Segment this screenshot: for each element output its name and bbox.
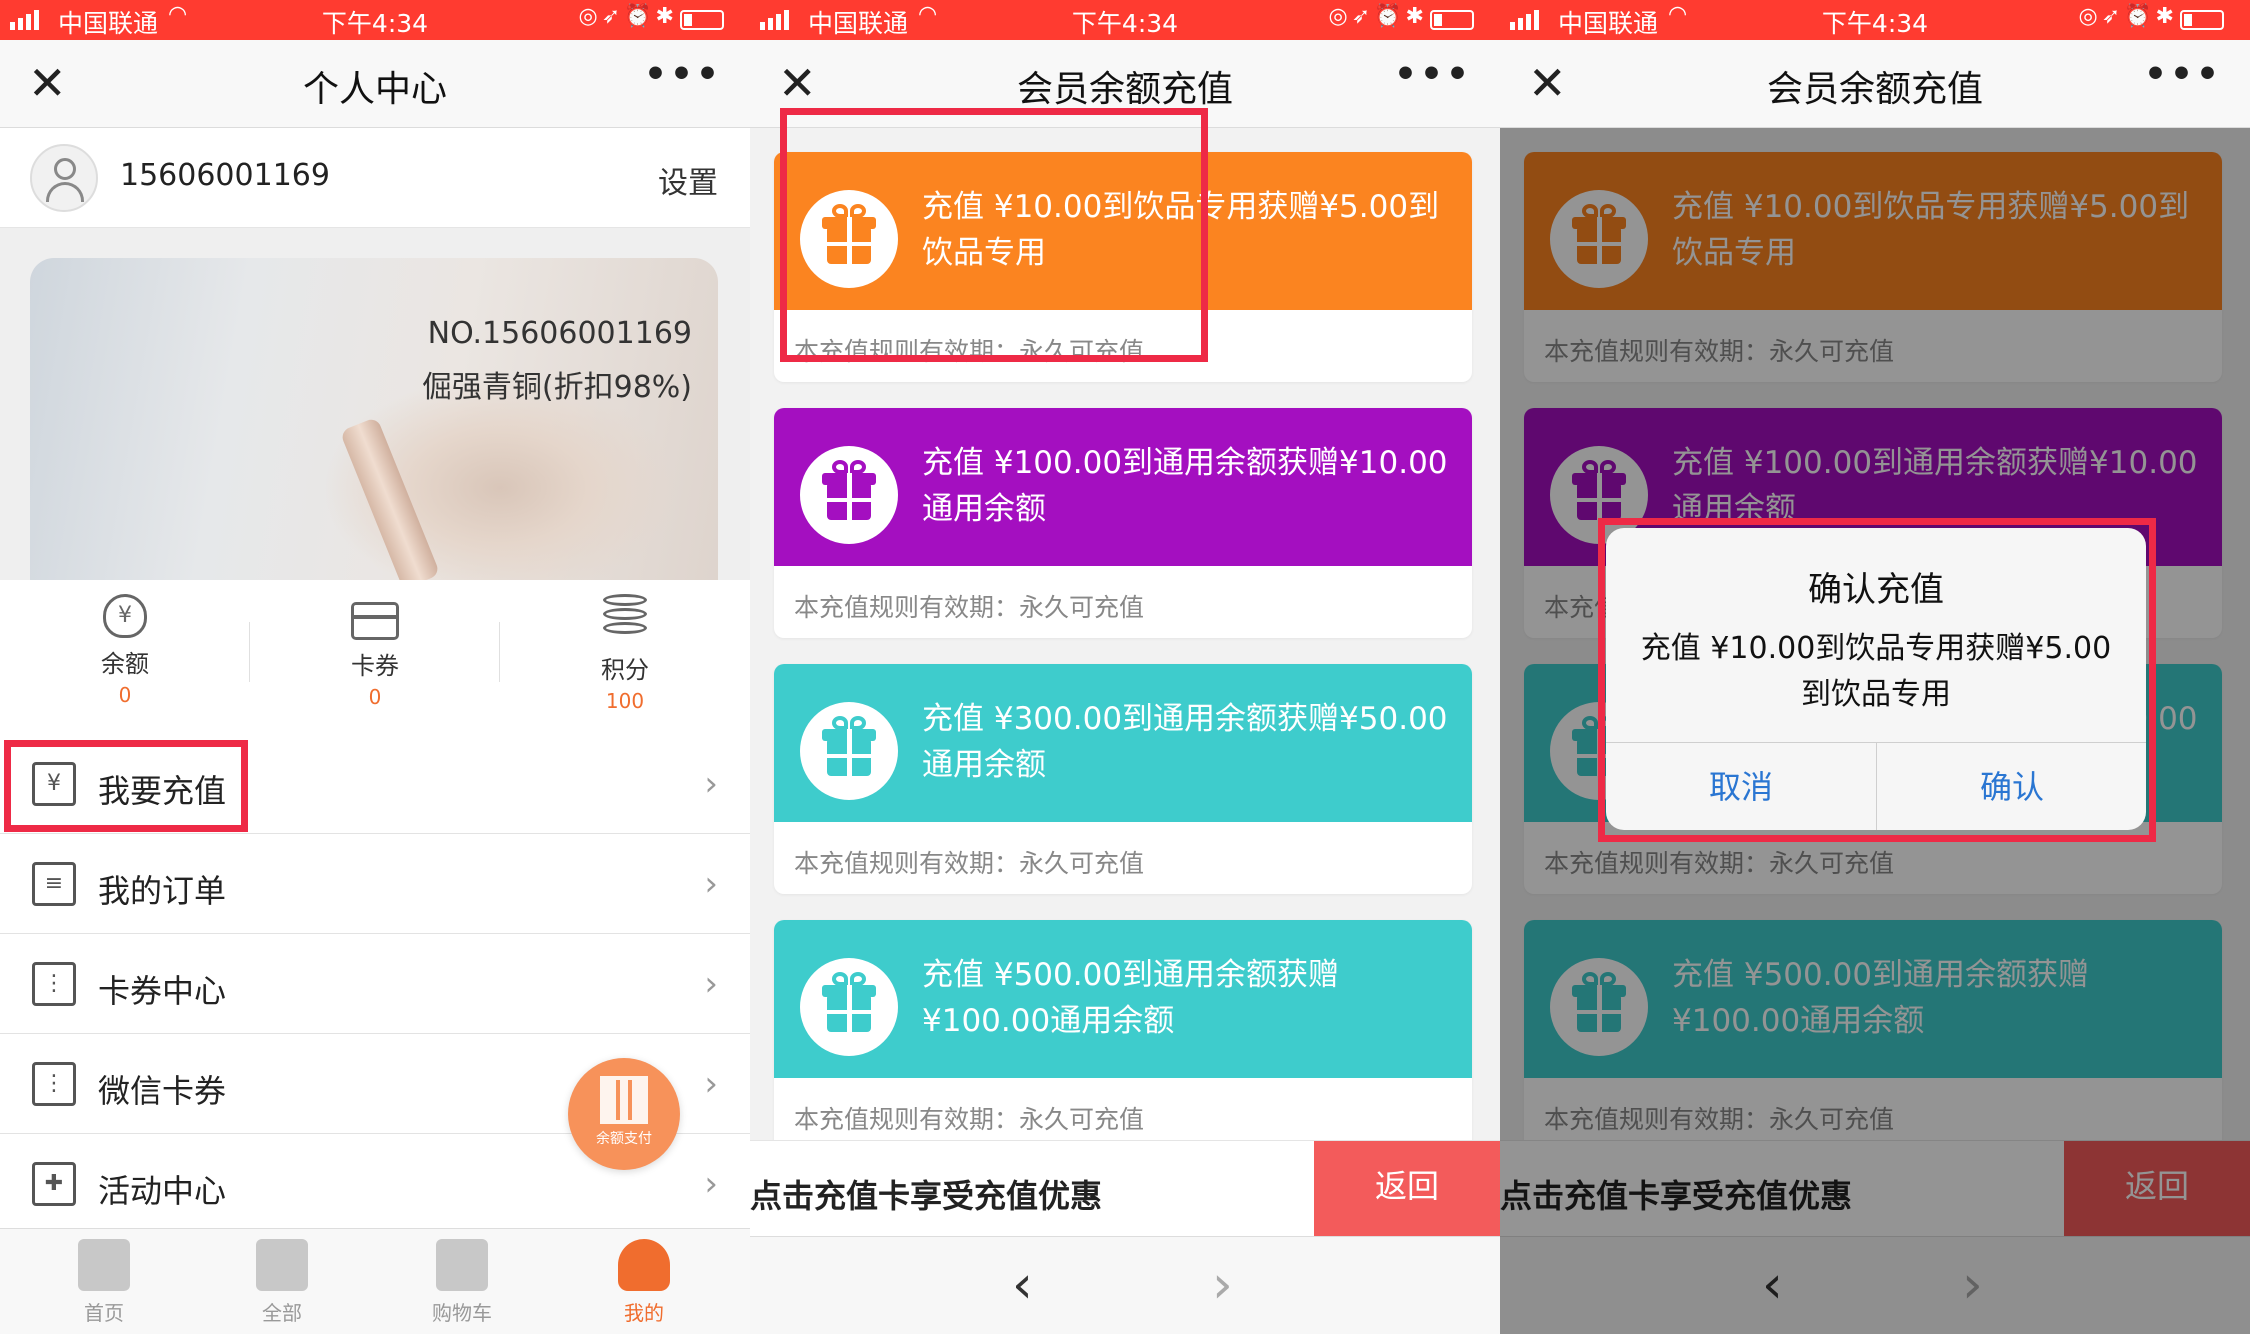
- page-title: 会员余额充值: [1766, 69, 1983, 110]
- chevron-right-icon: ›: [704, 1164, 718, 1204]
- highlight-box: [1598, 518, 2156, 842]
- card-level: 倔强青铜(折扣98%): [421, 370, 692, 405]
- tab-label: 全部: [262, 1301, 302, 1325]
- nav-bar: ✕ 会员余额充值 •••: [1500, 40, 2250, 128]
- tab-bar: 首页 全部 购物车 我的: [0, 1228, 750, 1334]
- balance-pay-label: 余额支付: [596, 1131, 652, 1147]
- user-phone: 15606001169: [120, 158, 330, 193]
- more-icon[interactable]: •••: [2144, 54, 2222, 95]
- recharge-screen: 中国联通 ◠ 下午4:34 ◎➶⏰✱ ✕ 会员余额充值 ••• 充值 ¥10.0…: [750, 0, 1500, 1334]
- recharge-card[interactable]: 充值 ¥100.00到通用余额获赠¥10.00通用余额 本充值规则有效期：永久可…: [774, 408, 1472, 638]
- card-icon: [351, 602, 399, 640]
- forward-arrow-icon[interactable]: ›: [1212, 1255, 1233, 1315]
- order-icon: ≡: [32, 862, 76, 906]
- tab-mine[interactable]: 我的: [554, 1239, 734, 1326]
- user-row[interactable]: 15606001169 设置: [0, 128, 750, 228]
- battery-icon: [680, 10, 724, 30]
- avatar[interactable]: [30, 144, 98, 212]
- more-icon[interactable]: •••: [1394, 54, 1472, 95]
- back-arrow-icon[interactable]: ‹: [1012, 1255, 1033, 1315]
- tab-cart[interactable]: 购物车: [372, 1239, 552, 1326]
- system-icons: ◎➶⏰✱: [1328, 4, 1428, 29]
- settings-link[interactable]: 设置: [658, 158, 718, 202]
- status-bar: 中国联通 ◠ 下午4:34 ◎➶⏰✱: [750, 0, 1500, 40]
- gift-icon: ✚: [32, 1162, 76, 1206]
- stat-label: 积分: [601, 656, 649, 684]
- highlight-box: [780, 108, 1208, 362]
- tab-label: 购物车: [432, 1301, 492, 1325]
- recharge-card[interactable]: 充值 ¥500.00到通用余额获赠¥100.00通用余额 本充值规则有效期：永久…: [774, 920, 1472, 1150]
- nav-bar: ✕ 个人中心 •••: [0, 40, 750, 128]
- stat-balance[interactable]: ¥ 余额 0: [0, 594, 250, 707]
- money-bag-icon: ¥: [103, 594, 147, 638]
- card-photo: [339, 416, 441, 580]
- chevron-right-icon: ›: [704, 1064, 718, 1104]
- member-card: NO.15606001169 倔强青铜(折扣98%): [30, 258, 718, 580]
- stat-label: 余额: [101, 650, 149, 678]
- coins-icon: [603, 594, 647, 644]
- browser-toolbar: ‹ ›: [750, 1236, 1500, 1334]
- stat-coupons[interactable]: 卡券 0: [250, 594, 500, 709]
- user-icon: [618, 1239, 670, 1291]
- coupon-icon: ⋮: [32, 962, 76, 1006]
- stat-points[interactable]: 积分 100: [500, 594, 750, 713]
- tab-home[interactable]: 首页: [14, 1239, 194, 1326]
- menu-item-orders[interactable]: ≡ 我的订单 ›: [0, 836, 750, 934]
- system-icons: ◎➶⏰✱: [2078, 4, 2178, 29]
- menu-label: 活动中心: [98, 1172, 227, 1210]
- gift-icon: [800, 702, 898, 800]
- tab-label: 首页: [84, 1301, 124, 1325]
- gift-icon: [800, 446, 898, 544]
- recharge-card[interactable]: 充值 ¥300.00到通用余额获赠¥50.00通用余额 本充值规则有效期：永久可…: [774, 664, 1472, 894]
- gift-icon: [800, 958, 898, 1056]
- recharge-offer-text: 充值 ¥100.00到通用余额获赠¥10.00通用余额: [922, 445, 1448, 527]
- recharge-rule: 本充值规则有效期：永久可充值: [794, 849, 1145, 878]
- home-icon: [78, 1239, 130, 1291]
- recharge-rule: 本充值规则有效期：永久可充值: [794, 1105, 1145, 1134]
- stat-value: 0: [368, 685, 382, 709]
- recharge-offer-text: 充值 ¥500.00到通用余额获赠¥100.00通用余额: [922, 957, 1340, 1039]
- stats-row: ¥ 余额 0 卡券 0 积分 100: [0, 580, 750, 722]
- card-number: NO.15606001169: [427, 316, 692, 351]
- recharge-card-header: 充值 ¥500.00到通用余额获赠¥100.00通用余额: [774, 920, 1472, 1078]
- recharge-card-header: 充值 ¥300.00到通用余额获赠¥50.00通用余额: [774, 664, 1472, 822]
- page-title: 个人中心: [302, 69, 447, 110]
- profile-screen: 中国联通 ◠ 下午4:34 ◎➶⏰✱ ✕ 个人中心 ••• 1560600116…: [0, 0, 750, 1334]
- stat-value: 0: [118, 683, 132, 707]
- menu-label: 我的订单: [98, 872, 227, 910]
- stat-label: 卡券: [351, 652, 399, 680]
- page-title: 会员余额充值: [1016, 69, 1233, 110]
- qr-code-icon: [600, 1076, 648, 1124]
- menu-item-coupon-center[interactable]: ⋮ 卡券中心 ›: [0, 936, 750, 1034]
- grid-icon: [256, 1239, 308, 1291]
- menu-label: 微信卡券: [98, 1072, 227, 1110]
- tab-label: 我的: [624, 1301, 664, 1325]
- chevron-right-icon: ›: [704, 864, 718, 904]
- stat-value: 100: [605, 689, 645, 713]
- balance-pay-button[interactable]: 余额支付: [568, 1058, 680, 1170]
- menu-label: 卡券中心: [98, 972, 227, 1010]
- back-button[interactable]: 返回: [1314, 1141, 1500, 1237]
- status-bar: 中国联通 ◠ 下午4:34 ◎➶⏰✱: [1500, 0, 2250, 40]
- promo-text: 点击充值卡享受充值优惠: [750, 1177, 1103, 1215]
- recharge-card-header: 充值 ¥100.00到通用余额获赠¥10.00通用余额: [774, 408, 1472, 566]
- member-card-area: NO.15606001169 倔强青铜(折扣98%): [0, 228, 750, 580]
- battery-icon: [2180, 10, 2224, 30]
- status-bar: 中国联通 ◠ 下午4:34 ◎➶⏰✱: [0, 0, 750, 40]
- coupon-icon: ⋮: [32, 1062, 76, 1106]
- highlight-box: [4, 740, 248, 832]
- battery-icon: [1430, 10, 1474, 30]
- cart-icon: [436, 1239, 488, 1291]
- system-icons: ◎➶⏰✱: [578, 4, 678, 29]
- chevron-right-icon: ›: [704, 764, 718, 804]
- confirm-screen: 中国联通 ◠ 下午4:34 ◎➶⏰✱ ✕ 会员余额充值 ••• 充值 ¥10.0…: [1500, 0, 2250, 1334]
- chevron-right-icon: ›: [704, 964, 718, 1004]
- recharge-rule: 本充值规则有效期：永久可充值: [794, 593, 1145, 622]
- more-icon[interactable]: •••: [644, 54, 722, 95]
- tab-all[interactable]: 全部: [192, 1239, 372, 1326]
- recharge-offer-text: 充值 ¥300.00到通用余额获赠¥50.00通用余额: [922, 701, 1448, 783]
- promo-bar: 点击充值卡享受充值优惠 返回: [750, 1140, 1500, 1237]
